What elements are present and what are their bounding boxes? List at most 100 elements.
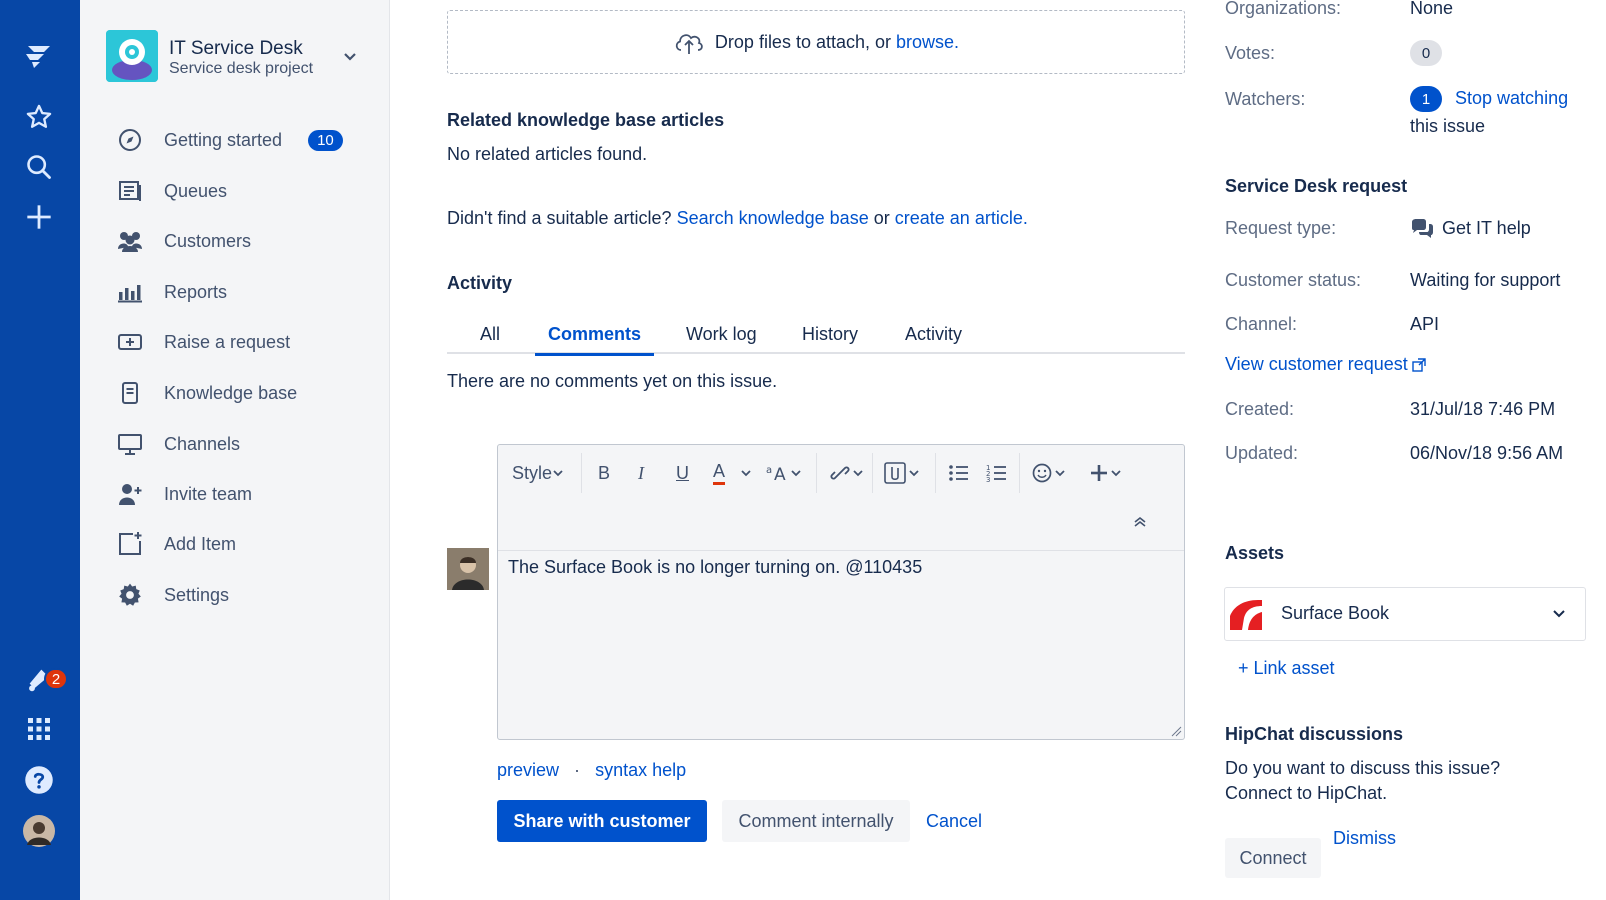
- sidebar-item-label: Invite team: [164, 483, 253, 504]
- sidebar-item-settings[interactable]: Settings: [116, 575, 366, 615]
- sidebar-item-queues[interactable]: Queues: [116, 171, 366, 211]
- text-color-button[interactable]: A: [713, 459, 726, 485]
- star-icon[interactable]: [20, 98, 58, 136]
- created-value: 31/Jul/18 7:46 PM: [1410, 399, 1556, 419]
- votes-count-badge[interactable]: 0: [1410, 40, 1442, 66]
- notification-count-badge: 2: [44, 668, 68, 690]
- chat-bubbles-icon: [1412, 218, 1433, 238]
- cancel-button[interactable]: Cancel: [914, 800, 994, 842]
- tab-history[interactable]: History: [789, 324, 871, 354]
- stop-watching-link[interactable]: Stop watching: [1455, 88, 1568, 108]
- collapse-toolbar-icon[interactable]: [1132, 507, 1148, 535]
- knowledge-base-icon: [116, 379, 144, 407]
- global-nav: 2: [0, 0, 80, 900]
- bold-button[interactable]: B: [598, 459, 610, 487]
- kb-prompt-line: Didn't find a suitable article? Search k…: [447, 208, 1028, 229]
- sidebar-item-customers[interactable]: Customers: [116, 221, 366, 261]
- stop-watching-link-line2[interactable]: this issue: [1410, 116, 1485, 137]
- sidebar-item-label: Raise a request: [164, 331, 291, 352]
- dropzone-text: Drop files to attach, or: [714, 31, 892, 52]
- link-asset-link[interactable]: + Link asset: [1238, 658, 1335, 679]
- syntax-help-link[interactable]: syntax help: [595, 760, 686, 780]
- preview-link[interactable]: preview: [497, 760, 559, 780]
- comment-internally-button[interactable]: Comment internally: [722, 800, 910, 842]
- surface-book-asset-icon: [1230, 598, 1262, 630]
- invite-user-icon: [116, 480, 144, 508]
- search-kb-link[interactable]: Search knowledge base: [677, 208, 869, 228]
- sidebar-item-reports[interactable]: Reports: [116, 272, 366, 312]
- editor-toolbar: Style B I U A aA 1 2 3: [498, 445, 1184, 551]
- sidebar-item-label: Settings: [164, 584, 230, 605]
- organizations-value: None: [1410, 0, 1454, 18]
- attachment-dropzone[interactable]: Drop files to attach, or browse.: [447, 10, 1185, 74]
- no-comments-text: There are no comments yet on this issue.: [447, 371, 778, 391]
- hipchat-prompt-line1: Do you want to discuss this issue?: [1225, 758, 1501, 778]
- link-icon[interactable]: [828, 459, 864, 487]
- sidebar-item-knowledge-base[interactable]: Knowledge base: [116, 373, 366, 413]
- watchers-label: Watchers:: [1225, 89, 1306, 109]
- style-dropdown[interactable]: Style: [512, 459, 564, 487]
- gear-icon: [116, 581, 144, 609]
- tab-all[interactable]: All: [467, 324, 513, 354]
- bullet-list-icon[interactable]: [948, 459, 970, 487]
- customer-status-value: Waiting for support: [1410, 270, 1561, 290]
- sidebar-item-raise-request[interactable]: Raise a request: [116, 322, 366, 362]
- tab-work-log[interactable]: Work log: [673, 324, 770, 354]
- svg-text:a: a: [766, 465, 772, 476]
- updated-label: Updated:: [1225, 443, 1299, 463]
- tab-comments[interactable]: Comments: [535, 324, 655, 356]
- search-icon[interactable]: [20, 148, 58, 186]
- updated-value: 06/Nov/18 9:56 AM: [1410, 443, 1564, 463]
- chevron-down-icon[interactable]: [1551, 606, 1567, 622]
- asset-name: Surface Book: [1281, 603, 1390, 623]
- emoji-icon[interactable]: [1032, 459, 1068, 487]
- svg-text:3: 3: [986, 476, 990, 483]
- create-article-link[interactable]: create an article.: [895, 208, 1028, 228]
- help-icon[interactable]: [20, 761, 58, 799]
- attachment-icon[interactable]: [884, 459, 920, 487]
- resize-handle-icon[interactable]: [1170, 725, 1182, 737]
- app-switcher-icon[interactable]: [20, 710, 58, 748]
- numbered-list-icon[interactable]: 123: [986, 459, 1008, 487]
- insert-more-icon[interactable]: [1090, 459, 1126, 487]
- project-header[interactable]: IT Service Desk Service desk project: [106, 30, 366, 84]
- customers-icon: [116, 227, 144, 255]
- sidebar-item-getting-started[interactable]: Getting started 10: [116, 120, 366, 160]
- commenter-avatar: [447, 548, 489, 590]
- channel-value: API: [1410, 314, 1440, 334]
- votes-value-wrap: 0: [1410, 40, 1442, 66]
- underline-button[interactable]: U: [676, 459, 689, 487]
- kb-heading: Related knowledge base articles: [447, 110, 725, 130]
- profile-avatar[interactable]: [20, 812, 58, 850]
- channel-label: Channel:: [1225, 314, 1298, 334]
- toolbar-separator: [581, 453, 582, 493]
- chevron-down-icon[interactable]: [340, 46, 360, 66]
- customer-status-label: Customer status:: [1225, 270, 1362, 290]
- sidebar-item-label: Channels: [164, 433, 241, 454]
- dismiss-link[interactable]: Dismiss: [1333, 828, 1396, 849]
- organizations-label: Organizations:: [1225, 0, 1342, 18]
- chevron-down-icon[interactable]: [740, 459, 752, 487]
- chevron-down-icon: [553, 470, 563, 477]
- connect-button[interactable]: Connect: [1225, 838, 1321, 878]
- assets-heading: Assets: [1225, 543, 1285, 563]
- share-with-customer-button[interactable]: Share with customer: [497, 800, 707, 842]
- asset-select[interactable]: Surface Book: [1224, 587, 1586, 641]
- comment-text-area[interactable]: The Surface Book is no longer turning on…: [508, 557, 922, 578]
- project-avatar: [106, 30, 158, 82]
- jira-logo-icon[interactable]: [20, 36, 58, 74]
- issue-main-content: Drop files to attach, or browse. Related…: [390, 0, 1200, 900]
- kb-prompt-text: Didn't find a suitable article?: [447, 208, 672, 228]
- italic-button[interactable]: I: [638, 459, 644, 487]
- sidebar-item-add-item[interactable]: Add Item: [116, 524, 366, 564]
- tab-activity[interactable]: Activity: [892, 324, 975, 354]
- view-customer-request-link[interactable]: View customer request: [1225, 354, 1426, 375]
- sidebar-item-invite-team[interactable]: Invite team: [116, 474, 366, 514]
- sidebar-item-channels[interactable]: Channels: [116, 424, 366, 464]
- style-label: Style: [512, 462, 553, 483]
- text-effects-icon[interactable]: aA: [766, 459, 804, 487]
- sidebar-item-label: Knowledge base: [164, 382, 298, 403]
- browse-link[interactable]: browse.: [896, 32, 959, 53]
- request-type-value: Get IT help: [1442, 218, 1531, 238]
- create-plus-icon[interactable]: [20, 198, 58, 236]
